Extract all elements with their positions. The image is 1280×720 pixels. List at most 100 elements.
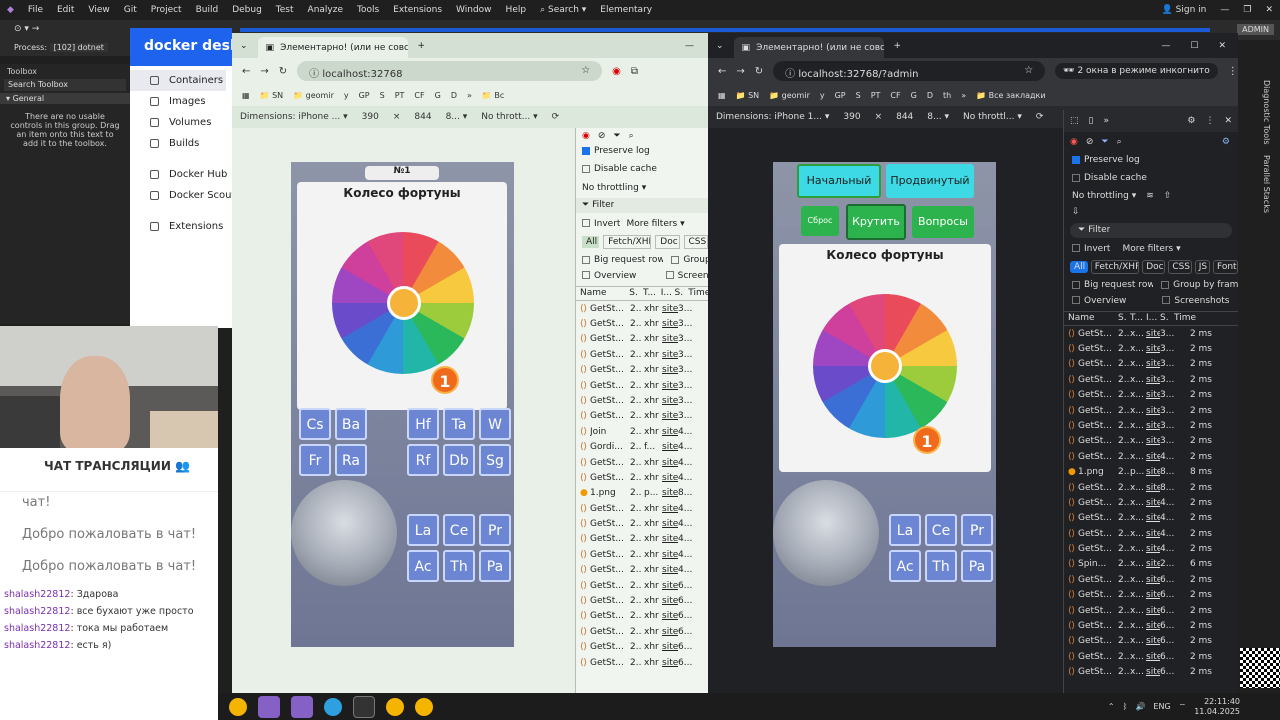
- throttle-select[interactable]: No thrott... ▾: [481, 112, 537, 122]
- network-row[interactable]: ⟨⟩GetSt... 2..x...site3... 2 ms: [1064, 387, 1238, 402]
- bookmark[interactable]: th: [943, 91, 951, 100]
- bookmark[interactable]: 📁 SN: [260, 91, 284, 100]
- network-row[interactable]: ⟨⟩GetSt... 2..x...site6... 2 ms: [1064, 665, 1238, 680]
- bookmark[interactable]: CF: [414, 91, 424, 100]
- network-row[interactable]: ⟨⟩GetSt... 2..x...site4... 2 ms: [1064, 449, 1238, 464]
- docker-nav-images[interactable]: Images: [130, 91, 232, 112]
- disable-cache-checkbox[interactable]: Disable cache: [576, 162, 708, 177]
- menu-debug[interactable]: Debug: [225, 5, 269, 15]
- network-row[interactable]: ⟨⟩ GetSt... 2.. xhr site 4...: [576, 455, 708, 470]
- minimize-icon[interactable]: —: [1213, 5, 1236, 15]
- search-icon[interactable]: ⌕: [1117, 137, 1122, 147]
- preserve-log-checkbox[interactable]: Preserve log: [1064, 152, 1238, 167]
- network-row[interactable]: ⟨⟩ GetSt... 2.. xhr site 3...: [576, 393, 708, 408]
- element-tile[interactable]: La: [889, 514, 921, 546]
- network-row[interactable]: ⟨⟩GetSt... 2..x...site8... 2 ms: [1064, 480, 1238, 495]
- element-tile[interactable]: Sg: [479, 444, 511, 476]
- record-icon[interactable]: ◉: [1070, 137, 1078, 147]
- bookmark[interactable]: 📁 geomir: [769, 91, 810, 100]
- settings-icon[interactable]: ⚙: [1187, 116, 1195, 126]
- restore-icon[interactable]: ❐: [1236, 5, 1258, 15]
- close-icon[interactable]: ✕: [1218, 41, 1226, 51]
- menu-file[interactable]: File: [21, 5, 50, 15]
- tray-overflow-icon[interactable]: ⌃: [1108, 702, 1115, 711]
- menu-help[interactable]: Help: [499, 5, 534, 15]
- chrome-icon[interactable]: [229, 697, 247, 716]
- element-tile[interactable]: W: [479, 408, 511, 440]
- element-tile[interactable]: Hf: [407, 408, 439, 440]
- toolbox-group[interactable]: ▾ General: [0, 93, 130, 104]
- network-row[interactable]: ⟨⟩ GetSt... 2.. xhr site 4...: [576, 532, 708, 547]
- network-row[interactable]: ● 1.png 2.. p... site 8...: [576, 486, 708, 501]
- network-row[interactable]: ⟨⟩GetSt... 2..x...site4... 2 ms: [1064, 511, 1238, 526]
- rotate-icon[interactable]: ⟳: [552, 112, 560, 122]
- bookmark[interactable]: 📁 geomir: [293, 91, 334, 100]
- tab-list-icon[interactable]: ⌄: [716, 41, 724, 51]
- docker-nav-extensions[interactable]: Extensions: [130, 216, 232, 237]
- docker-nav-scout[interactable]: Docker Scout: [130, 185, 235, 206]
- screenshots-checkbox[interactable]: Screen: [665, 271, 708, 281]
- network-row[interactable]: ⟨⟩GetSt... 2..x...site6... 2 ms: [1064, 588, 1238, 603]
- process-selector[interactable]: Process: [102] dotnet: [0, 40, 130, 56]
- filter-input[interactable]: ⏷ Filter: [576, 197, 708, 213]
- diagnostic-tools-tab[interactable]: Diagnostic Tools: [1262, 80, 1271, 145]
- element-tile[interactable]: Ra: [335, 444, 367, 476]
- group-by-frame-checkbox[interactable]: Group by frame: [1161, 280, 1238, 290]
- clear-icon[interactable]: ⊘: [598, 131, 606, 141]
- element-tile[interactable]: Pr: [961, 514, 993, 546]
- network-row[interactable]: ⟨⟩GetSt... 2..x...site4... 2 ms: [1064, 541, 1238, 556]
- network-row[interactable]: ⟨⟩GetSt... 2..x...site3... 2 ms: [1064, 403, 1238, 418]
- network-row[interactable]: ⟨⟩ GetSt... 2.. xhr site 6...: [576, 578, 708, 593]
- bookmark-star-icon[interactable]: ☆: [1024, 65, 1033, 76]
- width-input[interactable]: 390: [843, 112, 860, 122]
- maximize-icon[interactable]: ☐: [1190, 41, 1198, 51]
- device-toggle-icon[interactable]: ▯: [1089, 116, 1094, 126]
- type-filter-all[interactable]: All: [582, 236, 600, 249]
- device-selector[interactable]: Dimensions: iPhone ... ▾: [240, 112, 348, 122]
- element-tile[interactable]: Db: [443, 444, 475, 476]
- close-icon[interactable]: ✕: [1224, 116, 1232, 126]
- docker-nav-containers[interactable]: Containers: [130, 70, 226, 91]
- network-row[interactable]: ⟨⟩GetSt... 2..x...site4... 2 ms: [1064, 495, 1238, 510]
- network-row[interactable]: ⟨⟩GetSt... 2..x...site3... 2 ms: [1064, 341, 1238, 356]
- throttling-select[interactable]: No throttling ▾: [1072, 191, 1136, 201]
- element-tile[interactable]: Pa: [961, 550, 993, 582]
- menu-git[interactable]: Git: [117, 5, 144, 15]
- bookmark[interactable]: GP: [835, 91, 846, 100]
- network-row[interactable]: ⟨⟩ GetSt... 2.. xhr site 3...: [576, 378, 708, 393]
- vs-search[interactable]: ⌕ Search ▾: [533, 5, 593, 15]
- bookmark[interactable]: PT: [871, 91, 881, 100]
- element-tile[interactable]: Pr: [479, 514, 511, 546]
- zoom-select[interactable]: 8... ▾: [446, 112, 468, 122]
- bookmarks-overflow-icon[interactable]: »: [961, 91, 966, 100]
- filter-input[interactable]: ⏷ Filter: [1070, 222, 1232, 238]
- bookmark[interactable]: D: [927, 91, 933, 100]
- disable-cache-checkbox[interactable]: Disable cache: [1064, 170, 1238, 185]
- type-filter-doc[interactable]: Doc: [655, 235, 680, 250]
- throttle-select[interactable]: No throttl... ▾: [963, 112, 1022, 122]
- network-row[interactable]: ⟨⟩GetSt... 2..x...site6... 2 ms: [1064, 634, 1238, 649]
- docker-nav-volumes[interactable]: Volumes: [130, 112, 232, 133]
- wifi-icon[interactable]: ≋: [1146, 191, 1154, 201]
- network-row[interactable]: ⟨⟩GetSt... 2..x...site6... 2 ms: [1064, 649, 1238, 664]
- more-filters-button[interactable]: More filters ▾: [1122, 244, 1180, 254]
- network-row[interactable]: ⟨⟩ GetSt... 2.. xhr site 4...: [576, 547, 708, 562]
- element-tile[interactable]: Pa: [479, 550, 511, 582]
- screenshots-checkbox[interactable]: Screenshots: [1162, 296, 1229, 306]
- network-row[interactable]: ⟨⟩ GetSt... 2.. xhr site 3...: [576, 347, 708, 362]
- network-row[interactable]: ●1.png 2..p...site8... 8 ms: [1064, 464, 1238, 479]
- big-rows-checkbox[interactable]: Big request rows: [582, 255, 663, 265]
- address-bar[interactable]: ⓘ localhost:32768 ☆: [297, 61, 603, 81]
- bookmark[interactable]: y: [820, 91, 825, 100]
- preserve-log-checkbox[interactable]: Preserve log: [576, 143, 708, 158]
- type-filter-font[interactable]: Font: [1212, 260, 1238, 275]
- back-icon[interactable]: ⊙ ▾ →: [14, 24, 39, 34]
- docker-nav-builds[interactable]: Builds: [130, 133, 232, 154]
- clock[interactable]: 22:11:40 11.04.2025: [1194, 697, 1240, 717]
- extension-icon[interactable]: ⧉: [631, 66, 638, 77]
- network-row[interactable]: ⟨⟩ GetSt... 2.. xhr site 3...: [576, 409, 708, 424]
- network-row[interactable]: ⟨⟩GetSt... 2..x...site6... 2 ms: [1064, 603, 1238, 618]
- network-settings-icon[interactable]: ⚙: [1222, 137, 1230, 147]
- wheel-hub-star-icon[interactable]: [868, 349, 902, 383]
- menu-tools[interactable]: Tools: [350, 5, 386, 15]
